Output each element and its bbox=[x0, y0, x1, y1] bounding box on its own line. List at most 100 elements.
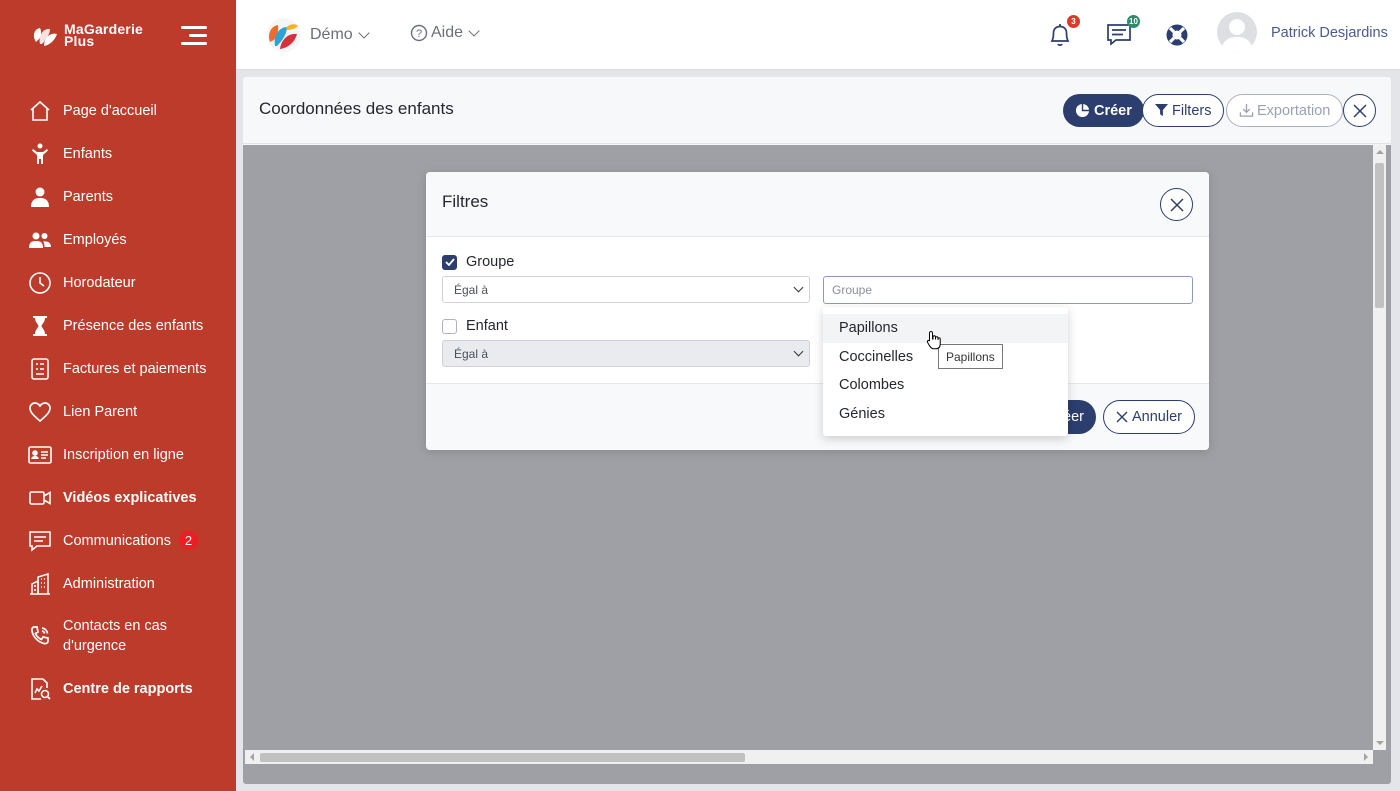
sidebar-item-label: Parents bbox=[63, 188, 113, 205]
page-title: Coordonnées des enfants bbox=[259, 99, 454, 118]
scroll-left-arrow-icon[interactable] bbox=[250, 753, 254, 761]
sidebar-item-invoices[interactable]: Factures et paiements bbox=[0, 347, 236, 390]
user-avatar-icon bbox=[1221, 19, 1253, 52]
sidebar-item-label: Contacts en cas d'urgence bbox=[63, 618, 167, 654]
sidebar-item-label: Enfants bbox=[63, 145, 113, 162]
tooltip: Papillons bbox=[938, 344, 1003, 369]
checkbox-unchecked-icon bbox=[442, 318, 457, 334]
notifications-button[interactable]: 3 bbox=[1048, 15, 1080, 53]
video-icon bbox=[28, 486, 52, 510]
sidebar-item-attendance[interactable]: Présence des enfants bbox=[0, 304, 236, 347]
demo-label: Démo bbox=[310, 26, 353, 43]
child-filter-checkbox[interactable]: Enfant bbox=[442, 318, 508, 334]
sidebar-item-home[interactable]: Page d'accueil bbox=[0, 89, 236, 132]
clock-icon bbox=[28, 271, 52, 295]
group-filter-label: Groupe bbox=[466, 254, 515, 270]
child-filter-label: Enfant bbox=[466, 318, 508, 334]
hourglass-icon bbox=[28, 314, 52, 338]
child-icon bbox=[28, 142, 52, 166]
modal-close-button[interactable] bbox=[1160, 188, 1193, 221]
scrollbar-thumb[interactable] bbox=[1375, 163, 1384, 308]
vertical-scrollbar[interactable] bbox=[1373, 145, 1386, 750]
sidebar-item-label: Employés bbox=[63, 231, 127, 248]
sidebar-item-label: Centre de rapports bbox=[63, 680, 193, 697]
sidebar-item-label: Présence des enfants bbox=[63, 317, 204, 334]
invoice-icon bbox=[28, 357, 52, 381]
building-icon bbox=[28, 572, 52, 596]
modal-cancel-button[interactable]: Annuler bbox=[1103, 400, 1195, 434]
list-item[interactable]: Colombes bbox=[823, 371, 1068, 400]
sidebar-nav: Page d'accueil Enfants Parents Employés … bbox=[0, 89, 236, 710]
pie-chart-icon bbox=[1075, 103, 1090, 118]
checkbox-checked-icon bbox=[442, 254, 457, 270]
sidebar-item-label: Page d'accueil bbox=[63, 102, 157, 119]
modal-footer: éer Annuler bbox=[426, 383, 1209, 450]
sidebar-item-children[interactable]: Enfants bbox=[0, 132, 236, 175]
avatar[interactable] bbox=[1217, 12, 1257, 52]
filters-button-label: Filters bbox=[1172, 102, 1212, 119]
list-item[interactable]: Génies bbox=[823, 400, 1068, 429]
hands-logo-icon bbox=[33, 28, 57, 46]
scroll-right-arrow-icon[interactable] bbox=[1364, 753, 1368, 761]
scroll-down-arrow-icon[interactable] bbox=[1376, 741, 1384, 745]
horizontal-scrollbar[interactable] bbox=[245, 750, 1373, 764]
sidebar-item-emergency-contacts[interactable]: Contacts en cas d'urgence bbox=[0, 605, 236, 667]
export-button-label: Exportation bbox=[1257, 102, 1331, 119]
sidebar-item-online-registration[interactable]: Inscription en ligne bbox=[0, 433, 236, 476]
hamburger-menu-icon[interactable] bbox=[181, 26, 207, 46]
question-circle-icon: ? bbox=[410, 24, 428, 42]
help-label: Aide bbox=[431, 24, 464, 41]
help-dropdown[interactable]: ? Aide bbox=[410, 24, 480, 42]
group-filter-checkbox[interactable]: Groupe bbox=[442, 254, 514, 270]
brand-name: MaGarderie Plus bbox=[64, 22, 143, 48]
scroll-up-arrow-icon[interactable] bbox=[1376, 150, 1384, 154]
sidebar-item-employees[interactable]: Employés bbox=[0, 218, 236, 261]
sidebar-item-report-center[interactable]: Centre de rapports bbox=[0, 667, 236, 710]
sidebar: MaGarderie Plus Page d'accueil Enfants P… bbox=[0, 0, 236, 791]
demo-logo-icon bbox=[267, 18, 301, 52]
group-value-input[interactable] bbox=[823, 276, 1193, 304]
scrollbar-thumb[interactable] bbox=[260, 753, 745, 762]
notifications-badge: 3 bbox=[1067, 15, 1080, 28]
support-button[interactable] bbox=[1165, 23, 1189, 52]
heart-icon bbox=[28, 400, 52, 424]
group-options-dropdown: Papillons Coccinelles Colombes Génies bbox=[823, 307, 1068, 436]
sidebar-item-label: Vidéos explicatives bbox=[63, 489, 197, 506]
communications-badge: 2 bbox=[179, 531, 198, 550]
filters-button[interactable]: Filters bbox=[1142, 94, 1225, 127]
close-icon bbox=[1352, 103, 1367, 118]
sidebar-item-label: Inscription en ligne bbox=[63, 446, 184, 463]
report-icon bbox=[28, 677, 52, 701]
download-icon bbox=[1239, 103, 1254, 117]
sidebar-item-label: Horodateur bbox=[63, 274, 136, 291]
sidebar-item-label: Factures et paiements bbox=[63, 360, 207, 377]
close-icon bbox=[1116, 411, 1128, 423]
sidebar-item-parent-link[interactable]: Lien Parent bbox=[0, 390, 236, 433]
sidebar-item-administration[interactable]: Administration bbox=[0, 562, 236, 605]
list-item[interactable]: Papillons bbox=[823, 314, 1068, 343]
home-icon bbox=[28, 99, 52, 123]
messages-badge: 10 bbox=[1127, 15, 1140, 28]
sidebar-item-label: Lien Parent bbox=[63, 403, 138, 420]
sidebar-item-parents[interactable]: Parents bbox=[0, 175, 236, 218]
messages-button[interactable]: 10 bbox=[1106, 15, 1140, 53]
child-operator-value: Égal à bbox=[454, 347, 489, 361]
sidebar-item-communications[interactable]: Communications 2 bbox=[0, 519, 236, 562]
demo-dropdown[interactable]: Démo bbox=[264, 16, 370, 54]
sidebar-item-videos[interactable]: Vidéos explicatives bbox=[0, 476, 236, 519]
close-page-button[interactable] bbox=[1343, 94, 1376, 127]
sidebar-item-label: Administration bbox=[63, 575, 155, 592]
card-header: Coordonnées des enfants Créer Filters Ex… bbox=[243, 77, 1391, 144]
modal-header: Filtres bbox=[426, 172, 1209, 237]
modal-title: Filtres bbox=[442, 192, 489, 211]
sidebar-item-timeclock[interactable]: Horodateur bbox=[0, 261, 236, 304]
chevron-down-icon bbox=[468, 24, 480, 37]
create-button[interactable]: Créer bbox=[1063, 94, 1144, 127]
sidebar-item-label: Communications bbox=[63, 532, 171, 549]
filter-icon bbox=[1155, 104, 1168, 117]
export-button[interactable]: Exportation bbox=[1226, 94, 1344, 127]
group-operator-select[interactable]: Égal à bbox=[442, 276, 810, 303]
child-operator-select[interactable]: Égal à bbox=[442, 340, 810, 367]
user-name[interactable]: Patrick Desjardins bbox=[1271, 25, 1388, 41]
lifebuoy-icon bbox=[1166, 24, 1188, 46]
